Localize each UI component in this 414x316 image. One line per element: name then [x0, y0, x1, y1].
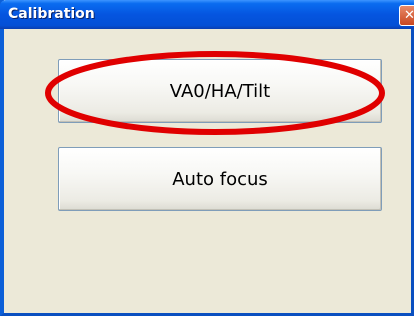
auto-focus-label: Auto focus — [172, 168, 268, 190]
close-button[interactable]: ✕ — [399, 5, 414, 26]
close-icon: ✕ — [404, 8, 414, 23]
content-area: VA0/HA/Tilt Auto focus — [4, 29, 411, 313]
window-title: Calibration — [8, 6, 95, 22]
vao-ha-tilt-button[interactable]: VA0/HA/Tilt — [58, 59, 382, 123]
auto-focus-button[interactable]: Auto focus — [58, 147, 382, 211]
title-bar[interactable]: Calibration ✕ — [0, 0, 414, 29]
vao-ha-tilt-label: VA0/HA/Tilt — [169, 80, 271, 102]
calibration-window: Calibration ✕ VA0/HA/Tilt Auto focus — [0, 0, 414, 316]
